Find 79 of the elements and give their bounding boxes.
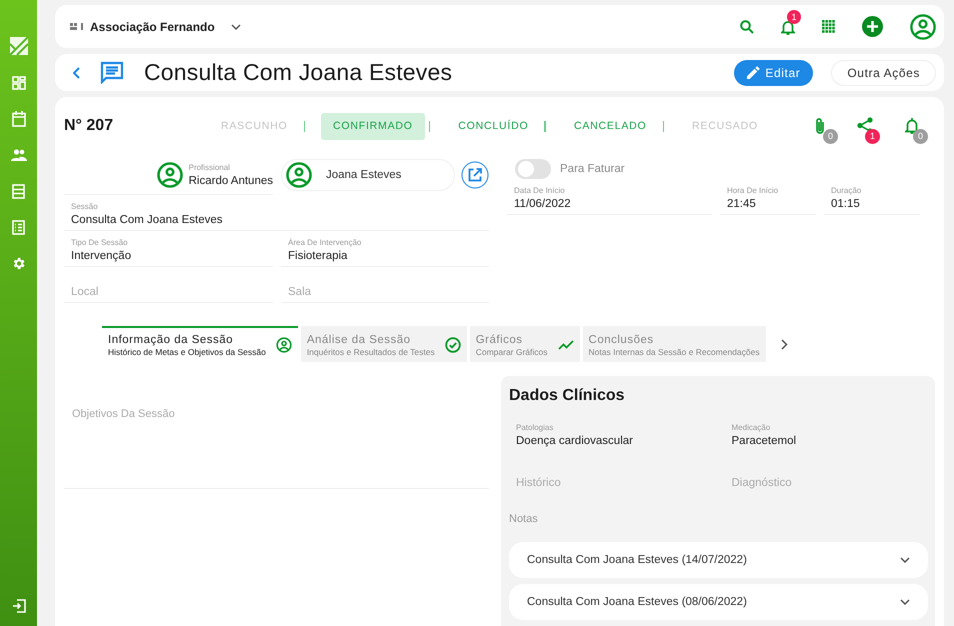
- more-actions-button[interactable]: Outra Ações: [831, 60, 936, 86]
- form-field[interactable]: Duração 01:15: [824, 183, 920, 215]
- apps-grid-icon[interactable]: [822, 20, 835, 34]
- field-placeholder: Sala: [288, 286, 312, 298]
- page-title: Consulta Com Joana Esteves: [144, 59, 454, 86]
- form-field[interactable]: Tipo De Sessão Intervenção: [64, 231, 273, 267]
- bell-icon: [905, 117, 919, 134]
- form-field[interactable]: Data De Início 11/06/2022: [507, 183, 712, 215]
- dashboard-icon[interactable]: [12, 76, 26, 90]
- notification-bell-icon[interactable]: [781, 18, 795, 35]
- count-badge: 0: [913, 129, 928, 144]
- field-value: Ricardo Antunes: [188, 174, 273, 186]
- form-field[interactable]: Patologias Doença cardiovascular: [509, 413, 712, 451]
- note-title: Consulta Com Joana Esteves (08/06/2022): [527, 596, 747, 608]
- record-number: N° 207: [64, 117, 114, 135]
- back-icon[interactable]: [73, 66, 80, 79]
- person-avatar-icon: [286, 162, 312, 188]
- person-icon: [276, 337, 292, 353]
- field-value: Intervenção: [71, 250, 132, 262]
- chevron-down-icon[interactable]: [900, 599, 910, 605]
- pencil-icon: [747, 66, 760, 80]
- organization-name[interactable]: Associação Fernando: [90, 20, 215, 34]
- field-value: 01:15: [831, 198, 861, 210]
- field-value: Consulta Com Joana Esteves: [71, 214, 224, 226]
- field-label: Profissional: [188, 162, 231, 172]
- logo-icon[interactable]: [8, 36, 28, 56]
- paperclip-icon: [815, 117, 825, 135]
- field-value: 21:45: [727, 198, 757, 210]
- open-external-icon[interactable]: [461, 161, 489, 189]
- note-title: Consulta Com Joana Esteves (14/07/2022): [527, 554, 747, 566]
- field-value: Fisioterapia: [288, 250, 348, 262]
- check-circle-icon: [444, 337, 461, 353]
- field-label: Patologias: [516, 423, 554, 432]
- notes-label: Notas: [509, 513, 539, 525]
- field-value: Doença cardiovascular: [516, 435, 634, 447]
- field-placeholder: Diagnóstico: [732, 477, 793, 489]
- trend-icon: [558, 340, 574, 350]
- chevron-down-icon[interactable]: [900, 557, 910, 563]
- field-value: 11/06/2022: [514, 198, 572, 210]
- person-avatar-icon: [156, 162, 183, 188]
- chat-message-icon: [100, 61, 124, 84]
- people-icon[interactable]: [10, 149, 26, 161]
- count-badge: 1: [865, 129, 880, 144]
- list-icon[interactable]: [12, 184, 25, 198]
- form-field[interactable]: Medicação Paracetemol: [724, 413, 928, 451]
- field-label: Data De Início: [514, 186, 566, 195]
- note-accordion[interactable]: Consulta Com Joana Esteves (14/07/2022): [509, 542, 928, 578]
- field-placeholder: Histórico: [516, 477, 562, 489]
- field-label: Sessão: [71, 202, 99, 211]
- field-label: Tipo De Sessão: [71, 238, 129, 247]
- form-field[interactable]: Hora De Início 21:45: [720, 183, 816, 215]
- field-value: Paracetemol: [732, 435, 798, 447]
- chevron-down-icon[interactable]: [230, 24, 241, 30]
- field-placeholder: Objetivos Da Sessão: [72, 408, 175, 420]
- note-accordion[interactable]: Consulta Com Joana Esteves (08/06/2022): [509, 584, 928, 620]
- field-label: Hora De Início: [727, 186, 780, 195]
- checklist-icon[interactable]: [12, 220, 25, 234]
- calendar-icon[interactable]: [12, 111, 26, 127]
- organization-logo-icon: [70, 22, 84, 32]
- form-field[interactable]: Área De Intervenção Fisioterapia: [281, 231, 489, 267]
- billing-toggle[interactable]: [515, 159, 551, 179]
- search-icon[interactable]: [740, 20, 754, 34]
- settings-icon[interactable]: [11, 256, 26, 270]
- add-icon[interactable]: [862, 16, 883, 38]
- field-label: Área De Intervenção: [288, 238, 362, 247]
- logout-icon[interactable]: [12, 599, 26, 613]
- chevron-right-icon[interactable]: [780, 338, 788, 350]
- toggle-label: Para Faturar: [560, 163, 625, 175]
- user-avatar-icon[interactable]: [910, 14, 936, 40]
- field-label: Duração: [831, 186, 862, 195]
- professional-field[interactable]: Profissional Ricardo Antunes: [64, 155, 273, 195]
- field-placeholder: Local: [71, 286, 100, 298]
- form-field[interactable]: Sessão Consulta Com Joana Esteves: [64, 195, 489, 231]
- count-badge: 0: [823, 129, 838, 144]
- field-label: Medicação: [732, 423, 772, 432]
- edit-button[interactable]: Editar: [734, 60, 814, 86]
- panel-title: Dados Clínicos: [509, 387, 626, 405]
- notification-badge: 1: [787, 10, 801, 24]
- patient-chip[interactable]: Joana Esteves: [281, 159, 455, 191]
